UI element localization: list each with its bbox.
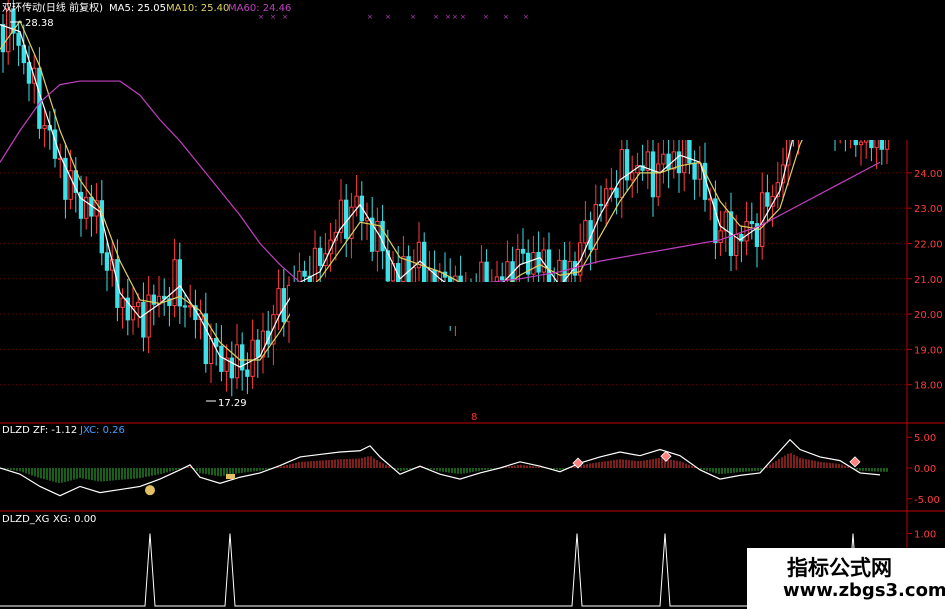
top-x-markers: × × × × × × × × × × × × × xyxy=(258,13,529,21)
x-marker: × xyxy=(385,13,391,21)
low-annotation: 17.29 xyxy=(206,398,247,409)
candle-body xyxy=(177,259,183,307)
x-marker: × xyxy=(445,13,451,21)
y-tick-label: 18.00 xyxy=(914,381,943,392)
x-marker: × xyxy=(483,13,489,21)
candle-body xyxy=(619,149,624,198)
candle-body xyxy=(630,172,635,181)
ma10-label: MA10: 25.40 xyxy=(166,3,229,14)
candle-body xyxy=(520,248,526,254)
candle-body xyxy=(42,125,47,129)
candle-body xyxy=(723,211,728,232)
candle-body xyxy=(500,276,505,281)
candle-body xyxy=(219,345,224,372)
y-tick-label: 5.00 xyxy=(914,433,936,444)
indicator1-bars xyxy=(1,452,888,483)
candle-body xyxy=(250,339,255,377)
candle-body xyxy=(531,251,536,275)
candle-body xyxy=(318,247,323,267)
candle-body xyxy=(401,256,406,283)
candle-body xyxy=(536,251,541,273)
diamond-signal-icon xyxy=(849,456,861,468)
candle-body xyxy=(583,220,588,244)
candle-body xyxy=(354,195,359,208)
candle-body xyxy=(656,163,661,198)
x-marker: × xyxy=(282,13,288,21)
candle-body xyxy=(858,141,864,146)
candle-body xyxy=(182,305,188,308)
candle-body xyxy=(276,288,281,316)
candle-body xyxy=(411,267,417,283)
candle-body xyxy=(692,162,697,180)
candle-body xyxy=(16,32,21,46)
x-marker: × xyxy=(433,13,439,21)
x-marker: × xyxy=(367,13,373,21)
candle-body xyxy=(255,339,261,358)
zf-line xyxy=(0,438,881,497)
candle-body xyxy=(598,203,604,207)
zf-label: ZF: -1.12 xyxy=(33,425,77,436)
stock-chart: 24.00 23.00 22.00 21.00 20.00 19.00 18.00 双环传动… xyxy=(0,0,945,609)
candle-body xyxy=(229,357,235,379)
candle-body xyxy=(661,153,666,165)
watermark-url: www.zbgs3.com xyxy=(783,580,945,601)
candle-body xyxy=(682,136,687,174)
occlusion-box-top xyxy=(534,0,945,140)
candle-body xyxy=(188,305,193,308)
watermark-title: 指标公式网 xyxy=(787,556,892,580)
candle-body xyxy=(614,187,619,198)
candle-body xyxy=(609,187,614,190)
candle-body xyxy=(141,301,146,338)
candle-body xyxy=(136,301,141,308)
dlzd-xg-title: DLZD_XG xyxy=(2,514,49,525)
candle-body xyxy=(120,297,125,308)
x-marker: × xyxy=(523,13,529,21)
ma5-label: MA5: 25.05 xyxy=(109,3,166,14)
candle-body xyxy=(718,230,723,243)
jxc-label: JXC: 0.26 xyxy=(79,425,125,436)
watermark: 指标公式网 www.zbgs3.com xyxy=(747,548,945,609)
low-price-label: 17.29 xyxy=(218,398,247,409)
x-marker: × xyxy=(503,13,509,21)
candle-body xyxy=(302,270,307,277)
y-tick-label: 23.00 xyxy=(914,204,943,215)
event-marker: 8 xyxy=(471,412,477,423)
y-tick-label: 19.00 xyxy=(914,345,943,356)
high-annotation: 28.38 xyxy=(10,18,54,29)
hand-pointer-icon xyxy=(226,474,235,479)
high-price-label: 28.38 xyxy=(25,18,54,29)
occlusion-box-middle xyxy=(290,282,655,326)
main-y-axis: 24.00 23.00 22.00 21.00 20.00 19.00 18.00 xyxy=(907,169,943,392)
indicator1-y-axis: 5.00 0.00 -5.00 xyxy=(907,433,940,506)
x-marker: × xyxy=(452,13,458,21)
candle-body xyxy=(650,151,656,198)
y-tick-label: 22.00 xyxy=(914,239,943,250)
dlzd-title: DLZD xyxy=(2,425,30,436)
money-bag-icon xyxy=(145,485,155,496)
xg-label: XG: 0.00 xyxy=(53,514,96,525)
x-marker: × xyxy=(258,13,264,21)
y-tick-label: 20.00 xyxy=(914,310,943,321)
candle-body xyxy=(104,252,110,271)
candle-body xyxy=(344,199,349,239)
y-tick-label: -5.00 xyxy=(914,495,940,506)
candle-body xyxy=(380,220,385,252)
x-marker: × xyxy=(410,13,416,21)
candle-body xyxy=(245,369,250,377)
x-marker: × xyxy=(460,13,466,21)
candle-body xyxy=(6,8,11,53)
indicator1-line xyxy=(0,438,881,497)
candle-body xyxy=(234,344,240,379)
x-marker: × xyxy=(270,13,276,21)
candle-body xyxy=(749,221,754,225)
y-tick-label: 21.00 xyxy=(914,275,943,286)
candle-body xyxy=(765,192,770,207)
candle-body xyxy=(214,338,219,347)
chart-title: 双环传动(日线 前复权) xyxy=(2,1,103,14)
y-tick-label: 24.00 xyxy=(914,169,943,180)
y-tick-label: 1.00 xyxy=(914,530,936,541)
y-tick-label: 0.00 xyxy=(914,464,936,475)
